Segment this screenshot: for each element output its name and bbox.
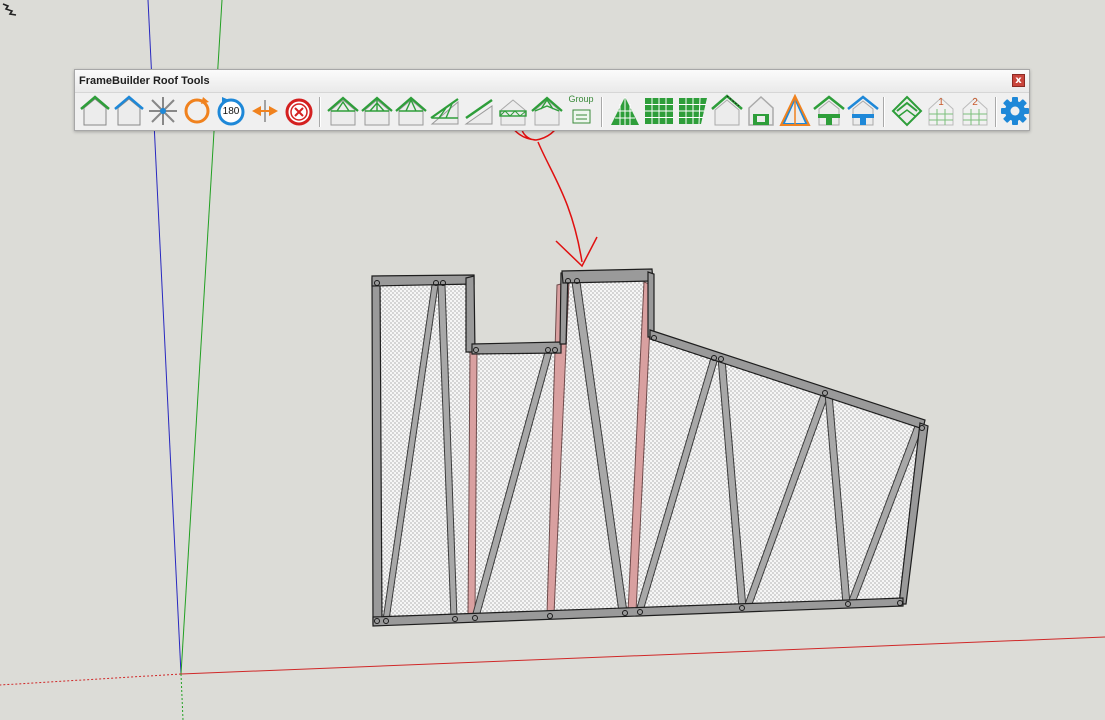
group-icon — [572, 109, 591, 124]
overhang-blue-icon — [847, 95, 879, 126]
red-axis-hidden — [0, 673, 182, 686]
sheathing-gable-icon — [611, 97, 639, 125]
truss-button-1[interactable] — [327, 94, 359, 128]
overhang-icon — [813, 95, 845, 126]
flip-arrows-icon — [252, 100, 278, 122]
toolbar-title: FrameBuilder Roof Tools — [79, 75, 210, 87]
flat-truss-icon — [499, 99, 527, 126]
sheathing-grid-icon — [645, 98, 673, 124]
gear-icon — [1001, 97, 1029, 125]
truss-icon — [361, 96, 393, 126]
flat-truss-button[interactable] — [497, 94, 529, 128]
layer-2-label: 2 — [972, 97, 978, 108]
truss-frame[interactable] — [371, 268, 929, 627]
rafter-button[interactable] — [463, 94, 495, 128]
layer-1-button[interactable]: 1 — [925, 94, 957, 128]
sheathing-slant-icon — [679, 97, 707, 125]
overhang-button-2[interactable] — [847, 94, 879, 128]
toolbar-separator — [319, 97, 321, 127]
scissor-truss-icon — [531, 96, 563, 126]
rotate-icon — [184, 97, 210, 124]
green-axis-hidden — [180, 673, 184, 720]
layer-1-label: 1 — [938, 97, 944, 108]
rotate-button[interactable] — [181, 94, 213, 128]
sheathing-grid-button[interactable] — [643, 94, 675, 128]
settings-button[interactable] — [999, 94, 1031, 128]
flip-button[interactable] — [249, 94, 281, 128]
gable-roof-icon — [80, 95, 110, 126]
cursor-icon — [2, 3, 17, 16]
scissor-truss-button[interactable] — [531, 94, 563, 128]
rotate-180-label: 180 — [222, 106, 240, 117]
dormer-icon — [891, 95, 923, 127]
mono-truss-button[interactable] — [429, 94, 461, 128]
sheathing-gable-button[interactable] — [609, 94, 641, 128]
gable-wall-button[interactable] — [745, 94, 777, 128]
toolbar-titlebar[interactable]: FrameBuilder Roof Tools x — [75, 70, 1029, 93]
gable-wall-icon — [748, 95, 774, 126]
delete-button[interactable] — [283, 94, 315, 128]
truss-outline-icon — [779, 94, 811, 126]
move-components-button[interactable] — [147, 94, 179, 128]
toolbar-buttons: 180 Group 1 2 — [79, 94, 1029, 130]
truss-icon — [395, 96, 427, 126]
toolbar-separator — [601, 97, 603, 127]
overhang-button-1[interactable] — [813, 94, 845, 128]
hip-roof-button[interactable] — [113, 94, 145, 128]
sheathing-slant-button[interactable] — [677, 94, 709, 128]
move-arrows-icon — [149, 97, 177, 125]
rotate-180-button[interactable]: 180 — [215, 94, 247, 128]
truss-outline-button[interactable] — [779, 94, 811, 128]
truss-button-2[interactable] — [361, 94, 393, 128]
gable-roof-button[interactable] — [79, 94, 111, 128]
fascia-button[interactable] — [711, 94, 743, 128]
delete-x-icon — [285, 98, 313, 126]
toolbar-separator — [995, 97, 997, 127]
rafter-icon — [464, 98, 493, 125]
annotation-arrow-head — [555, 236, 598, 268]
mono-truss-icon — [430, 98, 459, 125]
framebuilder-roof-toolbar[interactable]: FrameBuilder Roof Tools x 180 Group 1 2 — [74, 69, 1030, 131]
close-button[interactable]: x — [1012, 74, 1025, 87]
dormer-button[interactable] — [891, 94, 923, 128]
group-button[interactable]: Group — [565, 94, 597, 128]
red-axis — [180, 636, 1105, 675]
fascia-icon — [711, 94, 743, 126]
layer-2-button[interactable]: 2 — [959, 94, 991, 128]
truss-icon — [327, 96, 359, 126]
toolbar-separator — [883, 97, 885, 127]
truss-button-3[interactable] — [395, 94, 427, 128]
hip-roof-icon — [114, 95, 144, 126]
